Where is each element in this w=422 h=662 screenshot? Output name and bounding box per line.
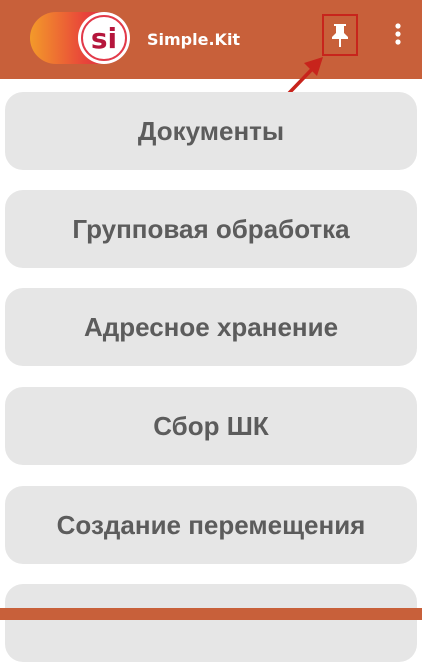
- bottom-bar: [0, 608, 422, 620]
- menu-item-partial[interactable]: [5, 584, 417, 662]
- more-vert-icon: [395, 23, 401, 45]
- app-logo: si: [30, 12, 130, 64]
- pin-button[interactable]: [322, 14, 358, 56]
- menu-item-address-storage[interactable]: Адресное хранение: [5, 288, 417, 366]
- app-title: Simple.Kit: [147, 30, 241, 49]
- menu-item-documents[interactable]: Документы: [5, 92, 417, 170]
- overflow-menu-button[interactable]: [386, 18, 410, 50]
- logo-text: si: [91, 22, 117, 55]
- menu-item-group-processing[interactable]: Групповая обработка: [5, 190, 417, 268]
- pin-icon: [332, 24, 348, 47]
- menu-item-create-transfer[interactable]: Создание перемещения: [5, 486, 417, 564]
- menu-item-barcode-collection[interactable]: Сбор ШК: [5, 387, 417, 465]
- app-bar: si Simple.Kit: [0, 0, 422, 79]
